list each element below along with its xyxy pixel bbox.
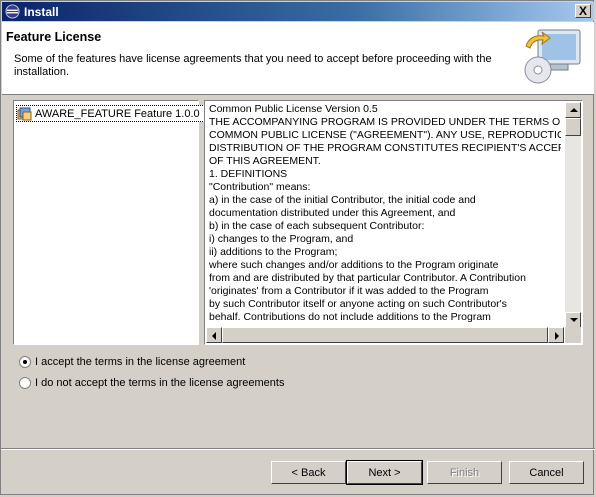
close-button[interactable]: X bbox=[575, 4, 591, 18]
divider bbox=[1, 448, 595, 450]
eclipse-icon bbox=[5, 4, 20, 19]
vertical-scroll-thumb[interactable] bbox=[565, 118, 581, 136]
decline-radio[interactable] bbox=[19, 377, 31, 389]
page-title: Feature License bbox=[6, 30, 102, 44]
accept-radio[interactable] bbox=[19, 356, 31, 368]
vertical-scrollbar[interactable] bbox=[565, 102, 581, 328]
license-text: Common Public License Version 0.5 THE AC… bbox=[209, 103, 561, 323]
window-title: Install bbox=[24, 5, 59, 19]
feature-label: AWARE_FEATURE Feature 1.0.0 bbox=[35, 107, 200, 120]
install-dialog: Install X Feature License Some of the fe… bbox=[0, 0, 595, 495]
next-button[interactable]: Next > bbox=[346, 460, 423, 485]
header-banner: Feature License Some of the features hav… bbox=[2, 22, 594, 95]
close-icon: X bbox=[578, 4, 587, 18]
accept-option[interactable]: I accept the terms in the license agreem… bbox=[19, 356, 245, 368]
scrollbar-corner bbox=[565, 327, 581, 343]
horizontal-scrollbar[interactable] bbox=[206, 327, 564, 343]
scroll-right-button[interactable] bbox=[548, 327, 564, 343]
page-description: Some of the features have license agreem… bbox=[14, 53, 492, 78]
decline-label[interactable]: I do not accept the terms in the license… bbox=[35, 377, 284, 389]
arrow-up-icon bbox=[570, 108, 578, 112]
scroll-up-button[interactable] bbox=[565, 102, 581, 118]
finish-button[interactable]: Finish bbox=[427, 461, 502, 484]
feature-icon bbox=[17, 107, 32, 120]
arrow-down-icon bbox=[570, 318, 578, 322]
decline-option[interactable]: I do not accept the terms in the license… bbox=[19, 377, 284, 389]
arrow-left-icon bbox=[212, 332, 216, 340]
accept-label[interactable]: I accept the terms in the license agreem… bbox=[35, 356, 245, 368]
scroll-down-button[interactable] bbox=[565, 312, 581, 328]
title-bar[interactable]: Install X bbox=[2, 2, 594, 21]
feature-list[interactable]: AWARE_FEATURE Feature 1.0.0 bbox=[13, 100, 205, 345]
cancel-button[interactable]: Cancel bbox=[509, 461, 584, 484]
install-wizard-icon bbox=[524, 29, 581, 84]
license-text-area[interactable]: Common Public License Version 0.5 THE AC… bbox=[204, 100, 583, 345]
arrow-right-icon bbox=[555, 332, 559, 340]
radio-selected-dot bbox=[23, 360, 27, 364]
scroll-left-button[interactable] bbox=[206, 327, 222, 343]
horizontal-scroll-thumb[interactable] bbox=[222, 327, 548, 343]
list-item[interactable]: AWARE_FEATURE Feature 1.0.0 bbox=[16, 105, 205, 122]
back-button[interactable]: < Back bbox=[271, 461, 346, 484]
